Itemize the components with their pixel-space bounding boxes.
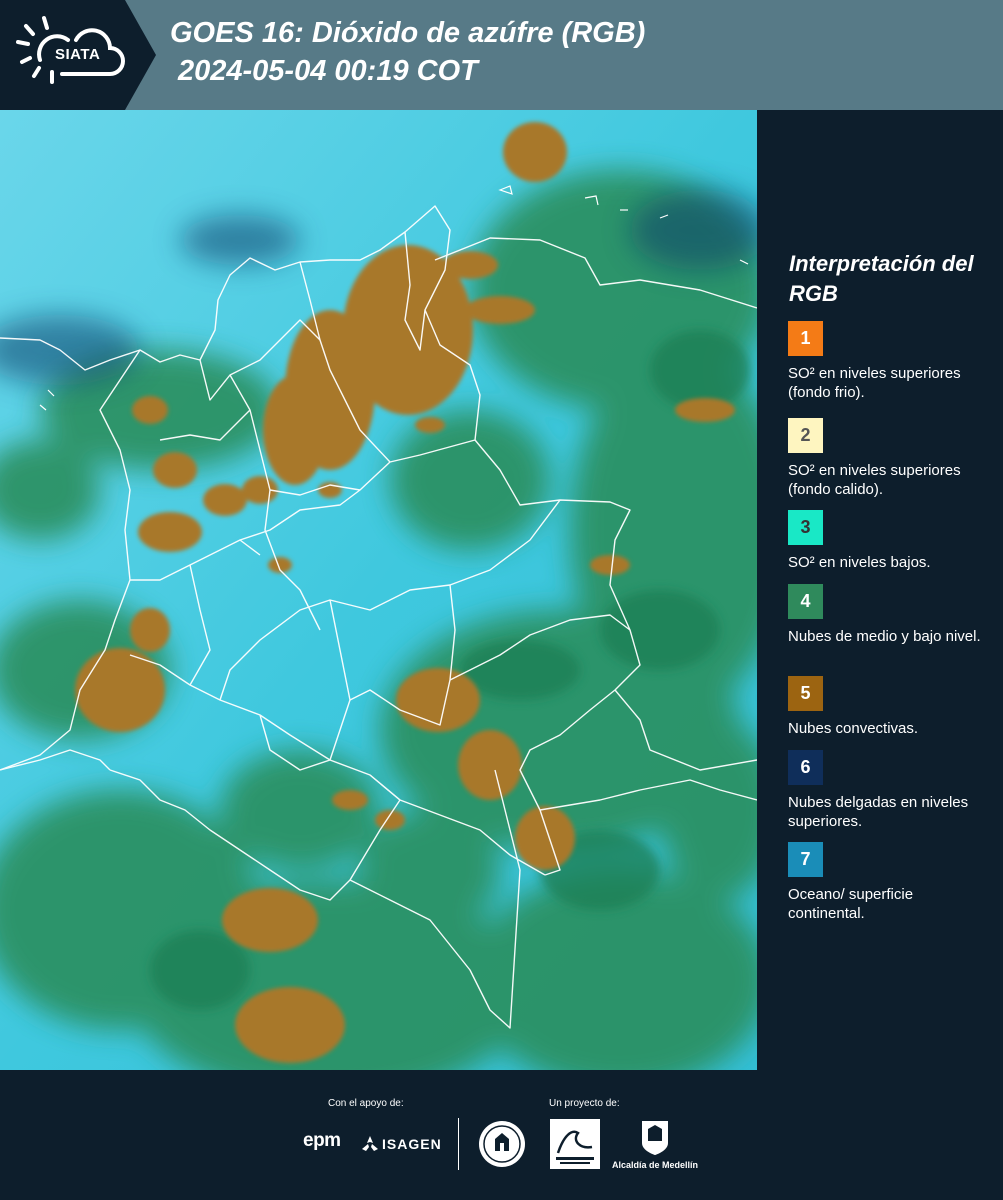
legend-item-2: 2 SO² en niveles superiores (fondo calid… [788,418,988,497]
siata-logo-text: SIATA [55,46,101,63]
siata-logo[interactable]: SIATA [0,0,156,110]
legend-label-4: Nubes de medio y bajo nivel. [788,628,981,645]
legend-item-1: 1 SO² en niveles superiores (fondo frio)… [788,321,988,402]
isagen-icon [362,1136,378,1151]
satellite-imagery [0,110,757,1070]
legend-swatch-6: 6 [788,750,823,785]
legend-panel: Interpretación del RGB 1 SO² en niveles … [760,110,1003,1070]
legend-swatch-2: 2 [788,418,823,453]
satellite-map[interactable] [0,110,757,1070]
title-timestamp: 2024-05-04 00:19 COT [178,55,478,87]
isagen-logo[interactable]: ISAGEN [382,1136,442,1152]
project-label: Un proyecto de: [549,1098,620,1109]
footer-divider [458,1118,459,1170]
legend-swatch-7: 7 [788,842,823,877]
legend-item-5: 5 Nubes convectivas. [788,676,988,738]
legend-label-6: Nubes delgadas en niveles superiores. [788,794,969,830]
alcaldia-shield-icon[interactable] [640,1119,670,1157]
alcaldia-label: Alcaldía de Medellín [612,1160,699,1170]
legend-label-5: Nubes convectivas. [788,720,919,737]
legend-label-3: SO² en niveles bajos. [788,554,931,571]
legend-label-7: Oceano/ superficie continental. [788,886,914,922]
legend-item-6: 6 Nubes delgadas en niveles superiores. [788,750,988,831]
header-bar: SIATA GOES 16: Dióxido de azúfre (RGB) 2… [0,0,1003,110]
legend-item-4: 4 Nubes de medio y bajo nivel. [788,584,988,646]
legend-item-3: 3 SO² en niveles bajos. [788,510,988,572]
legend-label-1: SO² en niveles superiores (fondo frio). [788,365,961,401]
legend-swatch-1: 1 [788,321,823,356]
legend-label-2: SO² en niveles superiores (fondo calido)… [788,462,961,497]
page-title: GOES 16: Dióxido de azúfre (RGB) 2024-05… [170,14,645,90]
support-label: Con el apoyo de: [328,1098,404,1109]
epm-logo[interactable]: epm [303,1130,341,1152]
legend-swatch-5: 5 [788,676,823,711]
legend-swatch-3: 3 [788,510,823,545]
legend-swatch-4: 4 [788,584,823,619]
medellin-seal-icon[interactable] [477,1119,527,1169]
footer-sponsors: Con el apoyo de: Un proyecto de: epm ISA… [0,1070,1003,1200]
legend-title: Interpretación del RGB [789,251,974,306]
area-metropolitana-logo-icon[interactable] [550,1119,600,1169]
legend-item-7: 7 Oceano/ superficie continental. [788,842,988,923]
title-product: GOES 16: Dióxido de azúfre (RGB) [170,17,646,49]
